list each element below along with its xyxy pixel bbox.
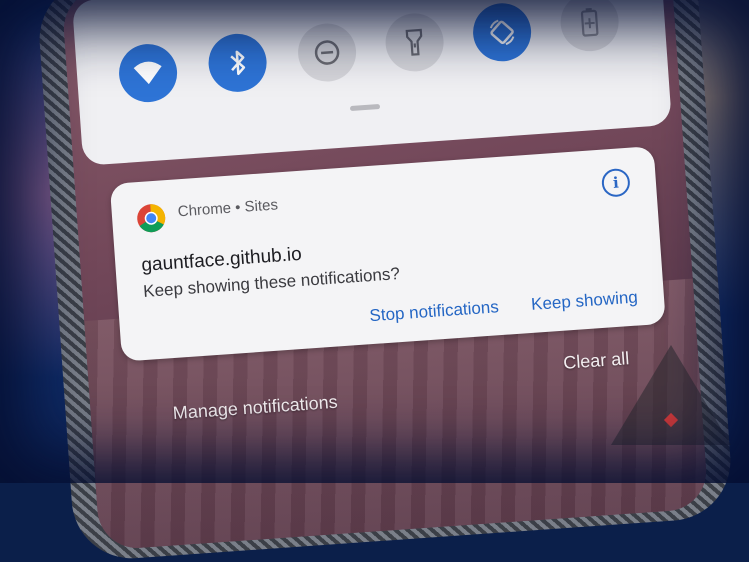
info-icon[interactable]: i [601,168,631,198]
wifi-tile[interactable] [117,42,179,104]
do-not-disturb-icon [312,38,342,68]
battery-saver-tile[interactable] [559,0,621,53]
battery-saver-icon [580,7,600,38]
shade-drag-handle[interactable] [350,104,380,111]
keep-showing-button[interactable]: Keep showing [530,288,638,315]
auto-rotate-tile[interactable] [471,1,533,63]
notification-app-label: Chrome • Sites [177,196,278,220]
auto-rotate-icon [486,16,518,48]
wifi-icon [132,59,164,87]
do-not-disturb-tile[interactable] [296,22,358,84]
bluetooth-icon [226,47,250,78]
chrome-icon [135,202,167,234]
flashlight-icon [404,27,426,58]
bluetooth-tile[interactable] [207,32,269,94]
watermark-logo [611,345,731,445]
flashlight-tile[interactable] [384,11,446,73]
stop-notifications-button[interactable]: Stop notifications [369,297,500,326]
phone-screen: Chrome • Sites i gauntface.github.io Kee… [61,0,709,551]
quick-settings-panel [72,0,672,166]
notification-card[interactable]: Chrome • Sites i gauntface.github.io Kee… [110,146,666,362]
